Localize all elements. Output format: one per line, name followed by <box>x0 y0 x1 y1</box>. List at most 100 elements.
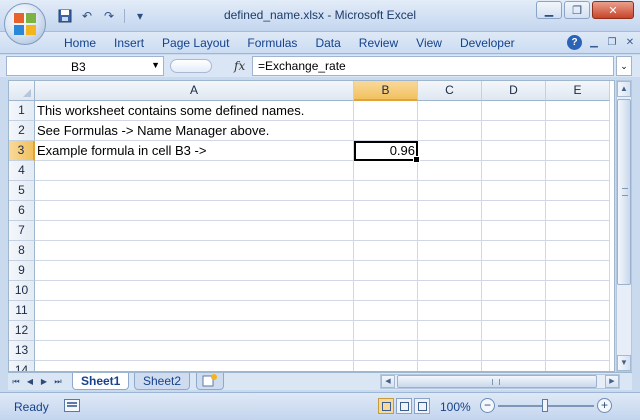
zoom-out-icon[interactable]: − <box>480 398 495 413</box>
row-header[interactable]: 7 <box>9 221 35 241</box>
cell[interactable] <box>546 221 610 241</box>
insert-sheet-icon[interactable] <box>196 373 224 390</box>
cell[interactable] <box>546 321 610 341</box>
formula-bar-resize-handle[interactable] <box>170 59 212 73</box>
cell[interactable] <box>546 201 610 221</box>
cell[interactable] <box>418 161 482 181</box>
cell[interactable] <box>35 261 354 281</box>
cell-a3[interactable]: Example formula in cell B3 -> <box>35 141 354 161</box>
workbook-restore-button[interactable]: ❐ <box>606 37 618 48</box>
workbook-close-button[interactable]: ✕ <box>624 37 636 48</box>
scroll-left-icon[interactable]: ◀ <box>381 375 395 388</box>
vertical-scrollbar[interactable]: ▲ ▼ <box>616 80 632 372</box>
cell-a1[interactable]: This worksheet contains some defined nam… <box>35 101 354 121</box>
zoom-level[interactable]: 100% <box>440 400 471 414</box>
cell[interactable] <box>418 301 482 321</box>
cell[interactable] <box>354 161 418 181</box>
cell[interactable] <box>546 241 610 261</box>
tab-formulas[interactable]: Formulas <box>238 36 306 52</box>
cell[interactable] <box>418 341 482 361</box>
column-header-c[interactable]: C <box>418 81 482 101</box>
cell[interactable] <box>418 221 482 241</box>
row-header[interactable]: 2 <box>9 121 35 141</box>
cell[interactable] <box>482 161 546 181</box>
row-header[interactable]: 14 <box>9 361 35 371</box>
cell[interactable] <box>35 181 354 201</box>
cell[interactable] <box>482 341 546 361</box>
tab-review[interactable]: Review <box>350 36 407 52</box>
cell[interactable] <box>354 281 418 301</box>
cell[interactable] <box>482 261 546 281</box>
page-break-preview-icon[interactable] <box>414 398 430 414</box>
next-sheet-icon[interactable]: ▶ <box>38 375 50 388</box>
tab-developer[interactable]: Developer <box>451 36 524 52</box>
normal-view-icon[interactable] <box>378 398 394 414</box>
cell[interactable] <box>482 121 546 141</box>
workbook-minimize-button[interactable]: ▁ <box>588 37 600 48</box>
cell[interactable] <box>354 181 418 201</box>
worksheet-grid[interactable]: A B C D E 1 This worksheet contains some… <box>8 80 615 372</box>
zoom-in-icon[interactable]: + <box>597 398 612 413</box>
cell[interactable] <box>546 341 610 361</box>
horizontal-scroll-thumb[interactable] <box>397 375 597 388</box>
cell[interactable] <box>482 141 546 161</box>
zoom-slider-thumb[interactable] <box>542 399 548 412</box>
cell[interactable] <box>418 181 482 201</box>
cell[interactable] <box>35 241 354 261</box>
cell[interactable] <box>354 361 418 371</box>
sheet-tab-sheet1[interactable]: Sheet1 <box>72 373 130 390</box>
name-box[interactable]: B3 ▼ <box>6 56 164 76</box>
previous-sheet-icon[interactable]: ◀ <box>24 375 36 388</box>
office-button[interactable] <box>4 3 46 45</box>
cell[interactable] <box>482 101 546 121</box>
last-sheet-icon[interactable]: ⏭ <box>52 375 64 388</box>
cell[interactable] <box>354 221 418 241</box>
column-header-d[interactable]: D <box>482 81 546 101</box>
column-header-b[interactable]: B <box>354 81 418 101</box>
cell[interactable] <box>546 301 610 321</box>
cell[interactable] <box>418 101 482 121</box>
scroll-up-icon[interactable]: ▲ <box>617 81 631 97</box>
expand-formula-bar-icon[interactable]: ⌄ <box>616 56 632 76</box>
cell[interactable] <box>546 261 610 281</box>
sheet-tab-sheet2[interactable]: Sheet2 <box>134 373 191 390</box>
cell[interactable] <box>418 261 482 281</box>
cell[interactable] <box>418 121 482 141</box>
formula-input[interactable]: =Exchange_rate <box>252 56 614 76</box>
tab-insert[interactable]: Insert <box>105 36 153 52</box>
cell[interactable] <box>482 241 546 261</box>
cell[interactable] <box>418 241 482 261</box>
cell[interactable] <box>35 341 354 361</box>
cell[interactable] <box>418 141 482 161</box>
cell[interactable] <box>354 201 418 221</box>
customize-qat-icon[interactable]: ▾ <box>131 7 149 25</box>
cell[interactable] <box>354 321 418 341</box>
tab-data[interactable]: Data <box>306 36 349 52</box>
close-button[interactable]: ✕ <box>592 1 634 19</box>
select-all-button[interactable] <box>9 81 35 101</box>
chevron-down-icon[interactable]: ▼ <box>151 60 160 70</box>
cell-a2[interactable]: See Formulas -> Name Manager above. <box>35 121 354 141</box>
cell[interactable] <box>546 121 610 141</box>
row-header[interactable]: 4 <box>9 161 35 181</box>
cell[interactable] <box>482 281 546 301</box>
undo-icon[interactable]: ↶ <box>78 7 96 25</box>
cell[interactable] <box>418 281 482 301</box>
redo-icon[interactable]: ↷ <box>100 7 118 25</box>
save-icon[interactable] <box>56 7 74 25</box>
row-header[interactable]: 10 <box>9 281 35 301</box>
insert-function-icon[interactable]: fx <box>234 59 245 73</box>
cell[interactable] <box>482 361 546 371</box>
row-header[interactable]: 6 <box>9 201 35 221</box>
vertical-scroll-thumb[interactable] <box>617 99 631 285</box>
cell[interactable] <box>418 201 482 221</box>
tab-page-layout[interactable]: Page Layout <box>153 36 238 52</box>
cell[interactable] <box>546 281 610 301</box>
cell[interactable] <box>546 181 610 201</box>
row-header[interactable]: 3 <box>9 141 35 161</box>
cell[interactable] <box>482 221 546 241</box>
column-header-a[interactable]: A <box>35 81 354 101</box>
horizontal-scrollbar[interactable]: ◀ ▶ <box>380 374 620 389</box>
cell-b2[interactable] <box>354 121 418 141</box>
macro-recording-icon[interactable] <box>64 399 80 412</box>
